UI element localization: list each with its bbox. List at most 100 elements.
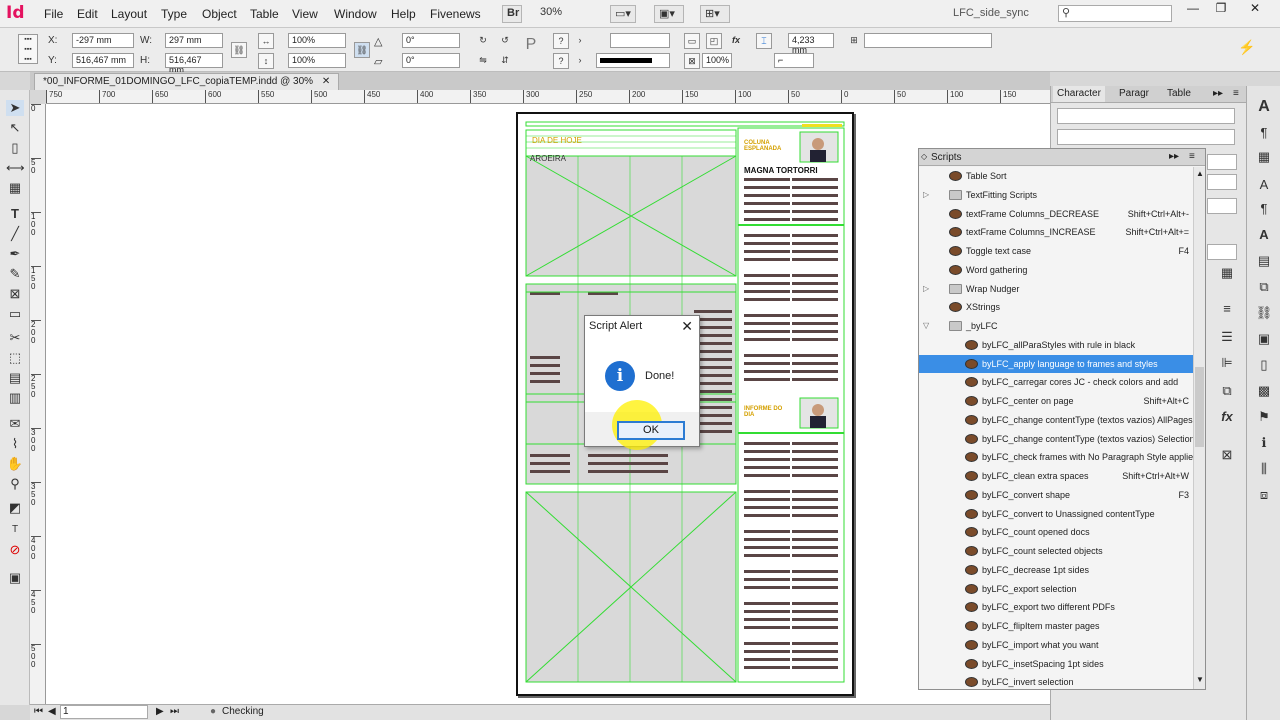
- view-options-icon[interactable]: ▭▾: [610, 5, 636, 23]
- select-previous-icon[interactable]: ›: [572, 53, 588, 69]
- preflight-status[interactable]: Checking: [222, 706, 264, 717]
- menu-window[interactable]: Window: [334, 7, 377, 21]
- pen-tool-icon[interactable]: ✒: [6, 246, 24, 262]
- script-list-item[interactable]: ▷ Wrap Nudger: [919, 280, 1193, 299]
- previous-page-icon[interactable]: ◀: [48, 706, 56, 717]
- align-panel-icon[interactable]: ⫼: [1255, 460, 1273, 478]
- first-page-icon[interactable]: ⏮: [34, 706, 43, 717]
- rotate-field[interactable]: 0°: [402, 33, 460, 48]
- hyperlinks-icon[interactable]: ⊠: [1218, 446, 1236, 464]
- expand-down-icon[interactable]: ▽: [923, 321, 929, 330]
- table-panel-icon[interactable]: ▦: [1255, 148, 1273, 166]
- line-tool-icon[interactable]: ╱: [6, 226, 24, 242]
- script-list-item[interactable]: byLFC_center on page Shift+Alt+C: [919, 392, 1193, 411]
- script-list-item[interactable]: byLFC_change contentType (textos vazios)…: [919, 411, 1193, 430]
- panel-collapse-icon[interactable]: ▸▸: [1209, 86, 1227, 102]
- script-list-item[interactable]: textFrame Columns_INCREASE Shift+Ctrl+Alt…: [919, 223, 1193, 242]
- next-page-icon[interactable]: ▶: [156, 706, 164, 717]
- script-list-item[interactable]: byLFC_decrease 1pt sides: [919, 561, 1193, 580]
- object-styles-icon[interactable]: ▣: [1255, 330, 1273, 348]
- script-list-item[interactable]: byLFC_check frames with No Paragraph Sty…: [919, 448, 1193, 467]
- arrange-documents-icon[interactable]: ⊞▾: [700, 5, 730, 23]
- script-list-item[interactable]: byLFC_count selected objects: [919, 542, 1193, 561]
- tab-character[interactable]: Character: [1053, 86, 1105, 102]
- menu-edit[interactable]: Edit: [77, 7, 98, 21]
- bridge-button[interactable]: Br: [502, 5, 522, 23]
- formatting-container-icon[interactable]: T: [6, 522, 24, 538]
- search-input[interactable]: ⚲: [1058, 5, 1172, 22]
- script-list-item[interactable]: Toggle text case F4: [919, 242, 1193, 261]
- shear-field[interactable]: 0°: [402, 53, 460, 68]
- panel-collapse-arrow-icon[interactable]: ◇: [921, 152, 927, 161]
- script-list-item[interactable]: byLFC_allParaStyles with rule in black: [919, 336, 1193, 355]
- script-list-item[interactable]: byLFC_flipItem master pages: [919, 617, 1193, 636]
- script-list-item[interactable]: ▽ _byLFC: [919, 317, 1193, 336]
- fill-swatch-select[interactable]: [610, 33, 670, 48]
- script-list-item[interactable]: byLFC_insetSpacing 1pt sides: [919, 655, 1193, 674]
- y-field[interactable]: 516,467 mm: [72, 53, 134, 68]
- menu-help[interactable]: Help: [391, 7, 416, 21]
- script-list-item[interactable]: XStrings: [919, 298, 1193, 317]
- gradient-feather-tool-icon[interactable]: ▥: [6, 390, 24, 406]
- selection-tool-icon[interactable]: ➤: [6, 100, 24, 116]
- script-label-icon[interactable]: ⚑: [1255, 408, 1273, 426]
- scale-x-field[interactable]: 100%: [288, 33, 346, 48]
- reference-point-icon[interactable]: ▪▪▪ ▪▪▪ ▪▪▪: [18, 34, 38, 64]
- paragraph-panel-icon[interactable]: ¶: [1255, 124, 1273, 142]
- fill-stroke-icon[interactable]: ◩: [6, 500, 24, 516]
- flip-h-icon[interactable]: ⇋: [475, 53, 491, 69]
- swatches-icon[interactable]: ▩: [1255, 382, 1273, 400]
- zoom-tool-icon[interactable]: ⚲: [6, 476, 24, 492]
- character-panel-icon[interactable]: A: [1255, 98, 1273, 116]
- content-collector-icon[interactable]: ▦: [6, 180, 24, 196]
- gradient-tool-icon[interactable]: ▤: [6, 370, 24, 386]
- tab-table[interactable]: Table: [1163, 86, 1195, 102]
- arrange-icon[interactable]: ⧉: [1218, 382, 1236, 400]
- page-tool-icon[interactable]: ▯: [6, 140, 24, 156]
- tracking-select[interactable]: [1207, 244, 1237, 260]
- flip-v-icon[interactable]: ⇵: [497, 53, 513, 69]
- scripts-menu-icon[interactable]: ≡: [1189, 151, 1195, 162]
- rotate-cw-icon[interactable]: ↻: [475, 33, 491, 49]
- select-next-icon[interactable]: ›: [572, 33, 588, 49]
- document-canvas[interactable]: DIA DE HOJE AROEIRA COLUNA ESPLANADA MAG…: [46, 104, 1050, 704]
- stroke-weight-field[interactable]: 4,233 mm: [788, 33, 834, 55]
- script-list-item[interactable]: textFrame Columns_DECREASE Shift+Ctrl+Alt…: [919, 205, 1193, 224]
- script-list-item[interactable]: byLFC_import what you want: [919, 636, 1193, 655]
- screen-mode-icon[interactable]: ▣▾: [654, 5, 684, 23]
- script-list-item[interactable]: byLFC_export two different PDFs: [919, 598, 1193, 617]
- script-list-item[interactable]: Word gathering: [919, 261, 1193, 280]
- minimize-icon[interactable]: —: [1178, 0, 1208, 18]
- ok-button[interactable]: OK: [617, 421, 685, 440]
- last-page-icon[interactable]: ⏭: [170, 706, 179, 717]
- select-container-icon[interactable]: ?: [553, 33, 569, 49]
- lightning-icon[interactable]: ⚡: [1238, 40, 1255, 56]
- close-window-icon[interactable]: ✕: [1240, 0, 1270, 18]
- dialog-close-icon[interactable]: ✕: [681, 318, 693, 335]
- note-tool-icon[interactable]: ✉: [6, 416, 24, 432]
- script-list-item[interactable]: byLFC_change contentType (textos vazios)…: [919, 430, 1193, 449]
- select-content-icon[interactable]: ?: [553, 53, 569, 69]
- pathfinder-icon[interactable]: ⧈: [1255, 486, 1273, 504]
- pages-icon[interactable]: ▯: [1255, 356, 1273, 374]
- table-icon[interactable]: ▦: [1218, 264, 1236, 282]
- panel-menu-icon[interactable]: ≡: [1229, 86, 1243, 102]
- script-list-item[interactable]: byLFC_convert to Unassigned contentType: [919, 505, 1193, 524]
- character-styles-icon[interactable]: A: [1255, 176, 1273, 194]
- font-family-select[interactable]: [1057, 108, 1235, 124]
- script-list-item[interactable]: byLFC_clean extra spaces Shift+Ctrl+Alt+W: [919, 467, 1193, 486]
- menu-layout[interactable]: Layout: [111, 7, 147, 21]
- zoom-select[interactable]: 30%: [536, 5, 590, 23]
- page-number-field[interactable]: 1: [60, 705, 148, 719]
- script-list-item[interactable]: byLFC_carregar cores JC - check colors a…: [919, 373, 1193, 392]
- h-field[interactable]: 516,467 mm: [165, 53, 223, 75]
- direct-selection-tool-icon[interactable]: ↖: [6, 120, 24, 136]
- document-tab[interactable]: *00_INFORME_01DOMINGO_LFC_copiaTEMP.indd…: [34, 73, 340, 90]
- script-list-item[interactable]: byLFC_export selection: [919, 580, 1193, 599]
- corner-options-icon[interactable]: ◰: [706, 33, 722, 49]
- object-style-select[interactable]: [864, 33, 992, 48]
- w-field[interactable]: 297 mm: [165, 33, 223, 48]
- scissors-tool-icon[interactable]: ✂: [6, 330, 24, 346]
- script-list-item[interactable]: byLFC_apply language to frames and style…: [919, 354, 1193, 374]
- free-transform-tool-icon[interactable]: ⬚: [6, 350, 24, 366]
